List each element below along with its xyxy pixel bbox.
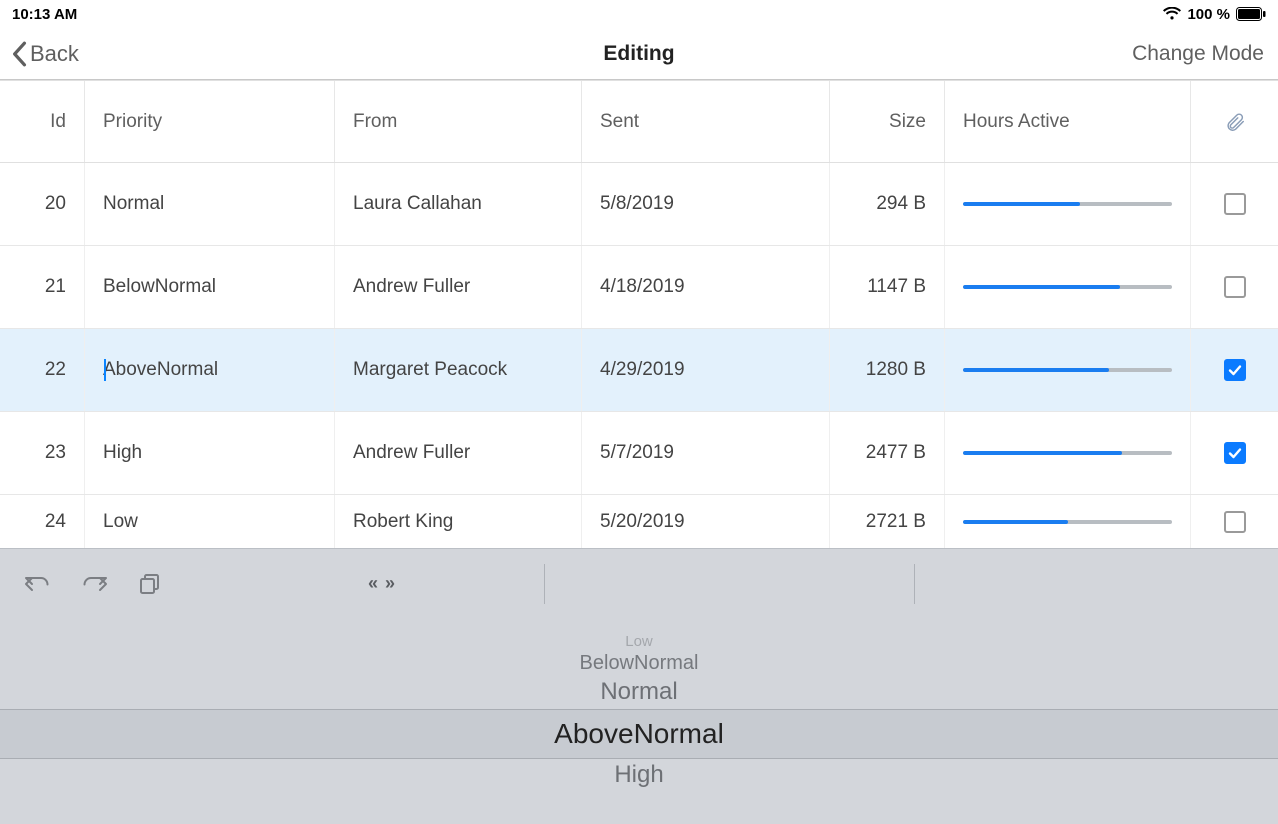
status-bar: 10:13 AM 100 %: [0, 0, 1278, 28]
cell-priority[interactable]: BelowNormal: [85, 246, 335, 328]
undo-button[interactable]: [22, 572, 52, 596]
cell-from[interactable]: Andrew Fuller: [335, 246, 582, 328]
checkbox[interactable]: [1224, 511, 1246, 533]
cell-hours[interactable]: [945, 246, 1191, 328]
cell-size[interactable]: 2477 B: [830, 412, 945, 494]
cell-priority[interactable]: AboveNormal: [85, 329, 335, 411]
progress-bar: [963, 202, 1172, 206]
change-mode-button[interactable]: Change Mode: [1132, 42, 1264, 66]
table-row[interactable]: 21BelowNormalAndrew Fuller4/18/20191147 …: [0, 246, 1278, 329]
cell-from[interactable]: Margaret Peacock: [335, 329, 582, 411]
header-sent[interactable]: Sent: [582, 81, 830, 162]
grid-body: 20NormalLaura Callahan5/8/2019294 B21Bel…: [0, 163, 1278, 549]
nav-bar: Back Editing Change Mode: [0, 28, 1278, 80]
header-priority[interactable]: Priority: [85, 81, 335, 162]
checkbox[interactable]: [1224, 442, 1246, 464]
progress-bar: [963, 520, 1172, 524]
cell-size[interactable]: 294 B: [830, 163, 945, 245]
cell-sent[interactable]: 5/8/2019: [582, 163, 830, 245]
header-hours[interactable]: Hours Active: [945, 81, 1191, 162]
cell-attachment[interactable]: [1191, 246, 1278, 328]
table-row[interactable]: 24LowRobert King5/20/20192721 B: [0, 495, 1278, 549]
cell-from[interactable]: Laura Callahan: [335, 163, 582, 245]
header-from[interactable]: From: [335, 81, 582, 162]
cell-attachment[interactable]: [1191, 412, 1278, 494]
checkbox[interactable]: [1224, 359, 1246, 381]
cell-sent[interactable]: 5/7/2019: [582, 412, 830, 494]
progress-bar: [963, 451, 1172, 455]
separator: [914, 564, 915, 604]
move-cursor-buttons[interactable]: « »: [368, 573, 396, 594]
page-title: Editing: [603, 42, 674, 66]
back-button[interactable]: Back: [10, 41, 79, 67]
cell-sent[interactable]: 4/18/2019: [582, 246, 830, 328]
cell-from[interactable]: Robert King: [335, 495, 582, 549]
cell-id[interactable]: 24: [0, 495, 85, 549]
picker-option[interactable]: High: [0, 759, 1278, 792]
cell-id[interactable]: 20: [0, 163, 85, 245]
checkbox[interactable]: [1224, 276, 1246, 298]
cell-priority[interactable]: Low: [85, 495, 335, 549]
cell-sent[interactable]: 5/20/2019: [582, 495, 830, 549]
cell-id[interactable]: 23: [0, 412, 85, 494]
cell-hours[interactable]: [945, 163, 1191, 245]
progress-bar: [963, 368, 1172, 372]
checkbox[interactable]: [1224, 193, 1246, 215]
cell-priority[interactable]: High: [85, 412, 335, 494]
chevron-left-icon: [10, 41, 28, 67]
battery-percent: 100 %: [1187, 6, 1230, 23]
picker-option[interactable]: Low: [0, 618, 1278, 649]
cell-sent[interactable]: 4/29/2019: [582, 329, 830, 411]
clipboard-button[interactable]: [138, 572, 162, 596]
keyboard-accessory: « »: [0, 548, 1278, 618]
header-attachment[interactable]: [1191, 81, 1278, 162]
picker-option[interactable]: BelowNormal: [0, 649, 1278, 676]
wifi-icon: [1163, 7, 1181, 21]
cell-hours[interactable]: [945, 329, 1191, 411]
cell-hours[interactable]: [945, 495, 1191, 549]
battery-icon: [1236, 7, 1266, 21]
text-caret: [104, 359, 106, 381]
cell-attachment[interactable]: [1191, 495, 1278, 549]
redo-button[interactable]: [80, 572, 110, 596]
picker-option[interactable]: Normal: [0, 676, 1278, 709]
cell-size[interactable]: 2721 B: [830, 495, 945, 549]
paperclip-icon: [1224, 111, 1246, 133]
status-time: 10:13 AM: [12, 6, 77, 23]
cell-priority[interactable]: Normal: [85, 163, 335, 245]
cell-hours[interactable]: [945, 412, 1191, 494]
cell-id[interactable]: 21: [0, 246, 85, 328]
back-label: Back: [30, 41, 79, 67]
header-id[interactable]: Id: [0, 81, 85, 162]
table-row[interactable]: 22AboveNormalMargaret Peacock4/29/201912…: [0, 329, 1278, 412]
cell-attachment[interactable]: [1191, 329, 1278, 411]
cell-attachment[interactable]: [1191, 163, 1278, 245]
grid-header: Id Priority From Sent Size Hours Active: [0, 81, 1278, 163]
status-right: 100 %: [1163, 6, 1266, 23]
separator: [544, 564, 545, 604]
table-row[interactable]: 20NormalLaura Callahan5/8/2019294 B: [0, 163, 1278, 246]
table-row[interactable]: 23HighAndrew Fuller5/7/20192477 B: [0, 412, 1278, 495]
data-grid: Id Priority From Sent Size Hours Active …: [0, 80, 1278, 549]
cell-id[interactable]: 22: [0, 329, 85, 411]
cell-size[interactable]: 1147 B: [830, 246, 945, 328]
priority-picker[interactable]: Low BelowNormal Normal AboveNormal High: [0, 618, 1278, 824]
cell-size[interactable]: 1280 B: [830, 329, 945, 411]
cell-from[interactable]: Andrew Fuller: [335, 412, 582, 494]
progress-bar: [963, 285, 1172, 289]
header-size[interactable]: Size: [830, 81, 945, 162]
picker-option-selected[interactable]: AboveNormal: [0, 709, 1278, 759]
